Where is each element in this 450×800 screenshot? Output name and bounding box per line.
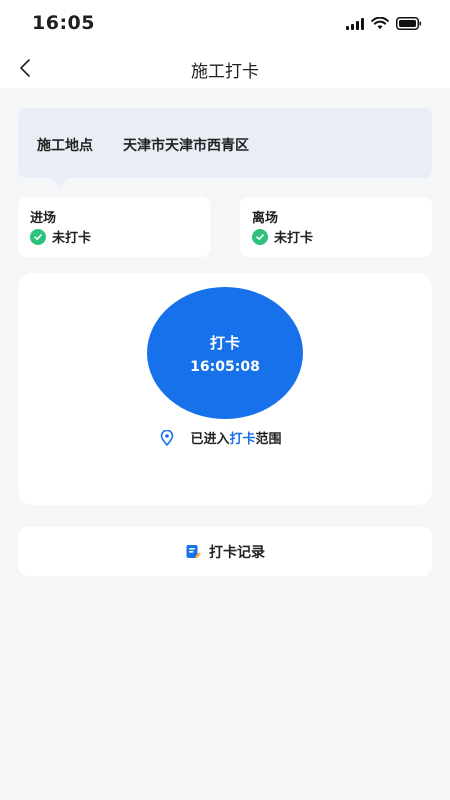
range-suffix: 范围 (255, 432, 282, 447)
wifi-icon (371, 17, 389, 30)
entry-card-title: 进场 (30, 211, 57, 226)
range-prefix: 已进入 (190, 432, 230, 447)
status-time: 16:05 (32, 12, 95, 34)
location-value: 天津市天津市西青区 (123, 138, 249, 154)
punch-records-label: 打卡记录 (209, 544, 265, 561)
punch-button[interactable]: 打卡 16:05:08 (147, 287, 303, 419)
clipboard-edit-icon (186, 544, 201, 558)
exit-status-card: 离场 未打卡 (240, 197, 432, 257)
exit-status-text: 未打卡 (274, 231, 314, 246)
status-bar: 16:05 (0, 0, 450, 48)
punch-panel: 打卡 16:05:08 已进入 打卡 范围 (18, 273, 432, 505)
nav-bar: 施工打卡 (0, 48, 450, 88)
status-icons (346, 17, 422, 30)
page-title: 施工打卡 (191, 62, 259, 82)
exit-card-status: 未打卡 (252, 227, 313, 246)
signal-icon (346, 17, 364, 30)
exit-card-title: 离场 (252, 211, 279, 226)
location-banner: 施工地点 天津市天津市西青区 (18, 108, 432, 187)
battery-icon (396, 17, 422, 30)
entry-status-text: 未打卡 (52, 231, 92, 246)
punch-time: 16:05:08 (190, 359, 260, 375)
location-label: 施工地点 (37, 138, 93, 154)
range-status: 已进入 打卡 范围 (18, 428, 432, 447)
range-highlight: 打卡 (229, 432, 256, 447)
entry-card-status: 未打卡 (30, 227, 91, 246)
check-circle-icon (30, 228, 46, 245)
banner-pointer (50, 177, 68, 187)
check-circle-icon (252, 228, 268, 245)
location-pin-icon (161, 429, 174, 446)
entry-status-card: 进场 未打卡 (18, 197, 210, 257)
punch-label: 打卡 (209, 334, 240, 352)
punch-records-button[interactable]: 打卡记录 (18, 527, 432, 576)
